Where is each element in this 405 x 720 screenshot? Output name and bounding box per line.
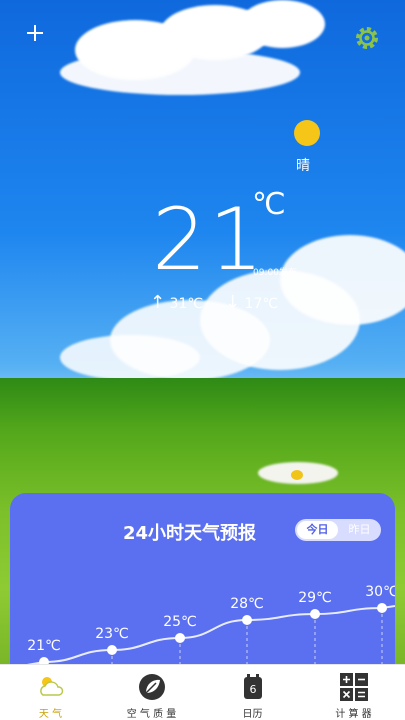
nav-calendar[interactable]: 6 日历 [202,665,303,720]
city-selector[interactable]: 北京市 ⌄ [0,24,405,53]
low-temp: ↓ 17℃ [225,292,278,313]
sun-icon [294,120,320,146]
top-bar: 北京市 ⌄ [0,18,405,58]
nav-label: 计 算 器 [335,709,372,720]
temperature-label: 29℃ [298,590,332,606]
leaf-icon [139,674,165,700]
nav-label: 空 气 质 量 [126,709,177,720]
bottom-nav: 天 气 空 气 质 量 6 日历 计 算 器 [0,664,405,720]
calculator-icon [340,673,368,701]
temperature-label: 25℃ [163,614,197,630]
calendar-icon: 6 [244,674,262,699]
temperature-label: 30℃ [365,584,395,600]
toggle-today[interactable]: 今日 [297,521,338,539]
temperature-point [175,633,185,643]
chevron-down-icon: ⌄ [230,33,243,50]
settings-button[interactable] [353,24,381,52]
nav-weather[interactable]: 天 气 [0,665,101,720]
high-temp: ↑ 31℃ [150,292,203,313]
temperature-point [377,603,387,613]
temperature-point [107,645,117,655]
nav-label: 天 气 [38,709,63,720]
arrow-down-icon: ↓ [225,292,241,313]
nav-air-quality[interactable]: 空 气 质 量 [101,665,202,720]
temperature-point [242,615,252,625]
day-toggle: 今日 昨日 [295,519,381,541]
temperature-label: 23℃ [95,626,129,642]
publish-time: 09:00发布 [253,268,297,278]
toggle-yesterday[interactable]: 昨日 [338,519,381,541]
gear-icon [356,27,378,49]
forecast-title: 24小时天气预报 [123,523,257,544]
forecast-panel: 24小时天气预报 今日 昨日 21℃ 23℃ 25℃ 28℃ 29℃ 30℃ [10,493,395,683]
temperature-label: 21℃ [27,638,61,654]
temperature-point [310,609,320,619]
svg-text:6: 6 [250,683,257,696]
temperature-label: 28℃ [230,596,264,612]
temperature-unit: ℃ [252,187,286,222]
nav-label: 日历 [242,709,263,720]
daisy-center [291,470,303,480]
weather-cloud-icon [40,677,64,696]
high-temp-value: 31℃ [169,296,204,312]
low-temp-value: 17℃ [244,296,279,312]
current-temperature: 21 [152,190,266,290]
temperature-line [10,605,395,669]
weather-condition: 晴 [296,158,310,174]
city-name: 北京市 [162,28,223,52]
arrow-up-icon: ↑ [150,292,166,313]
nav-calculator[interactable]: 计 算 器 [303,665,404,720]
